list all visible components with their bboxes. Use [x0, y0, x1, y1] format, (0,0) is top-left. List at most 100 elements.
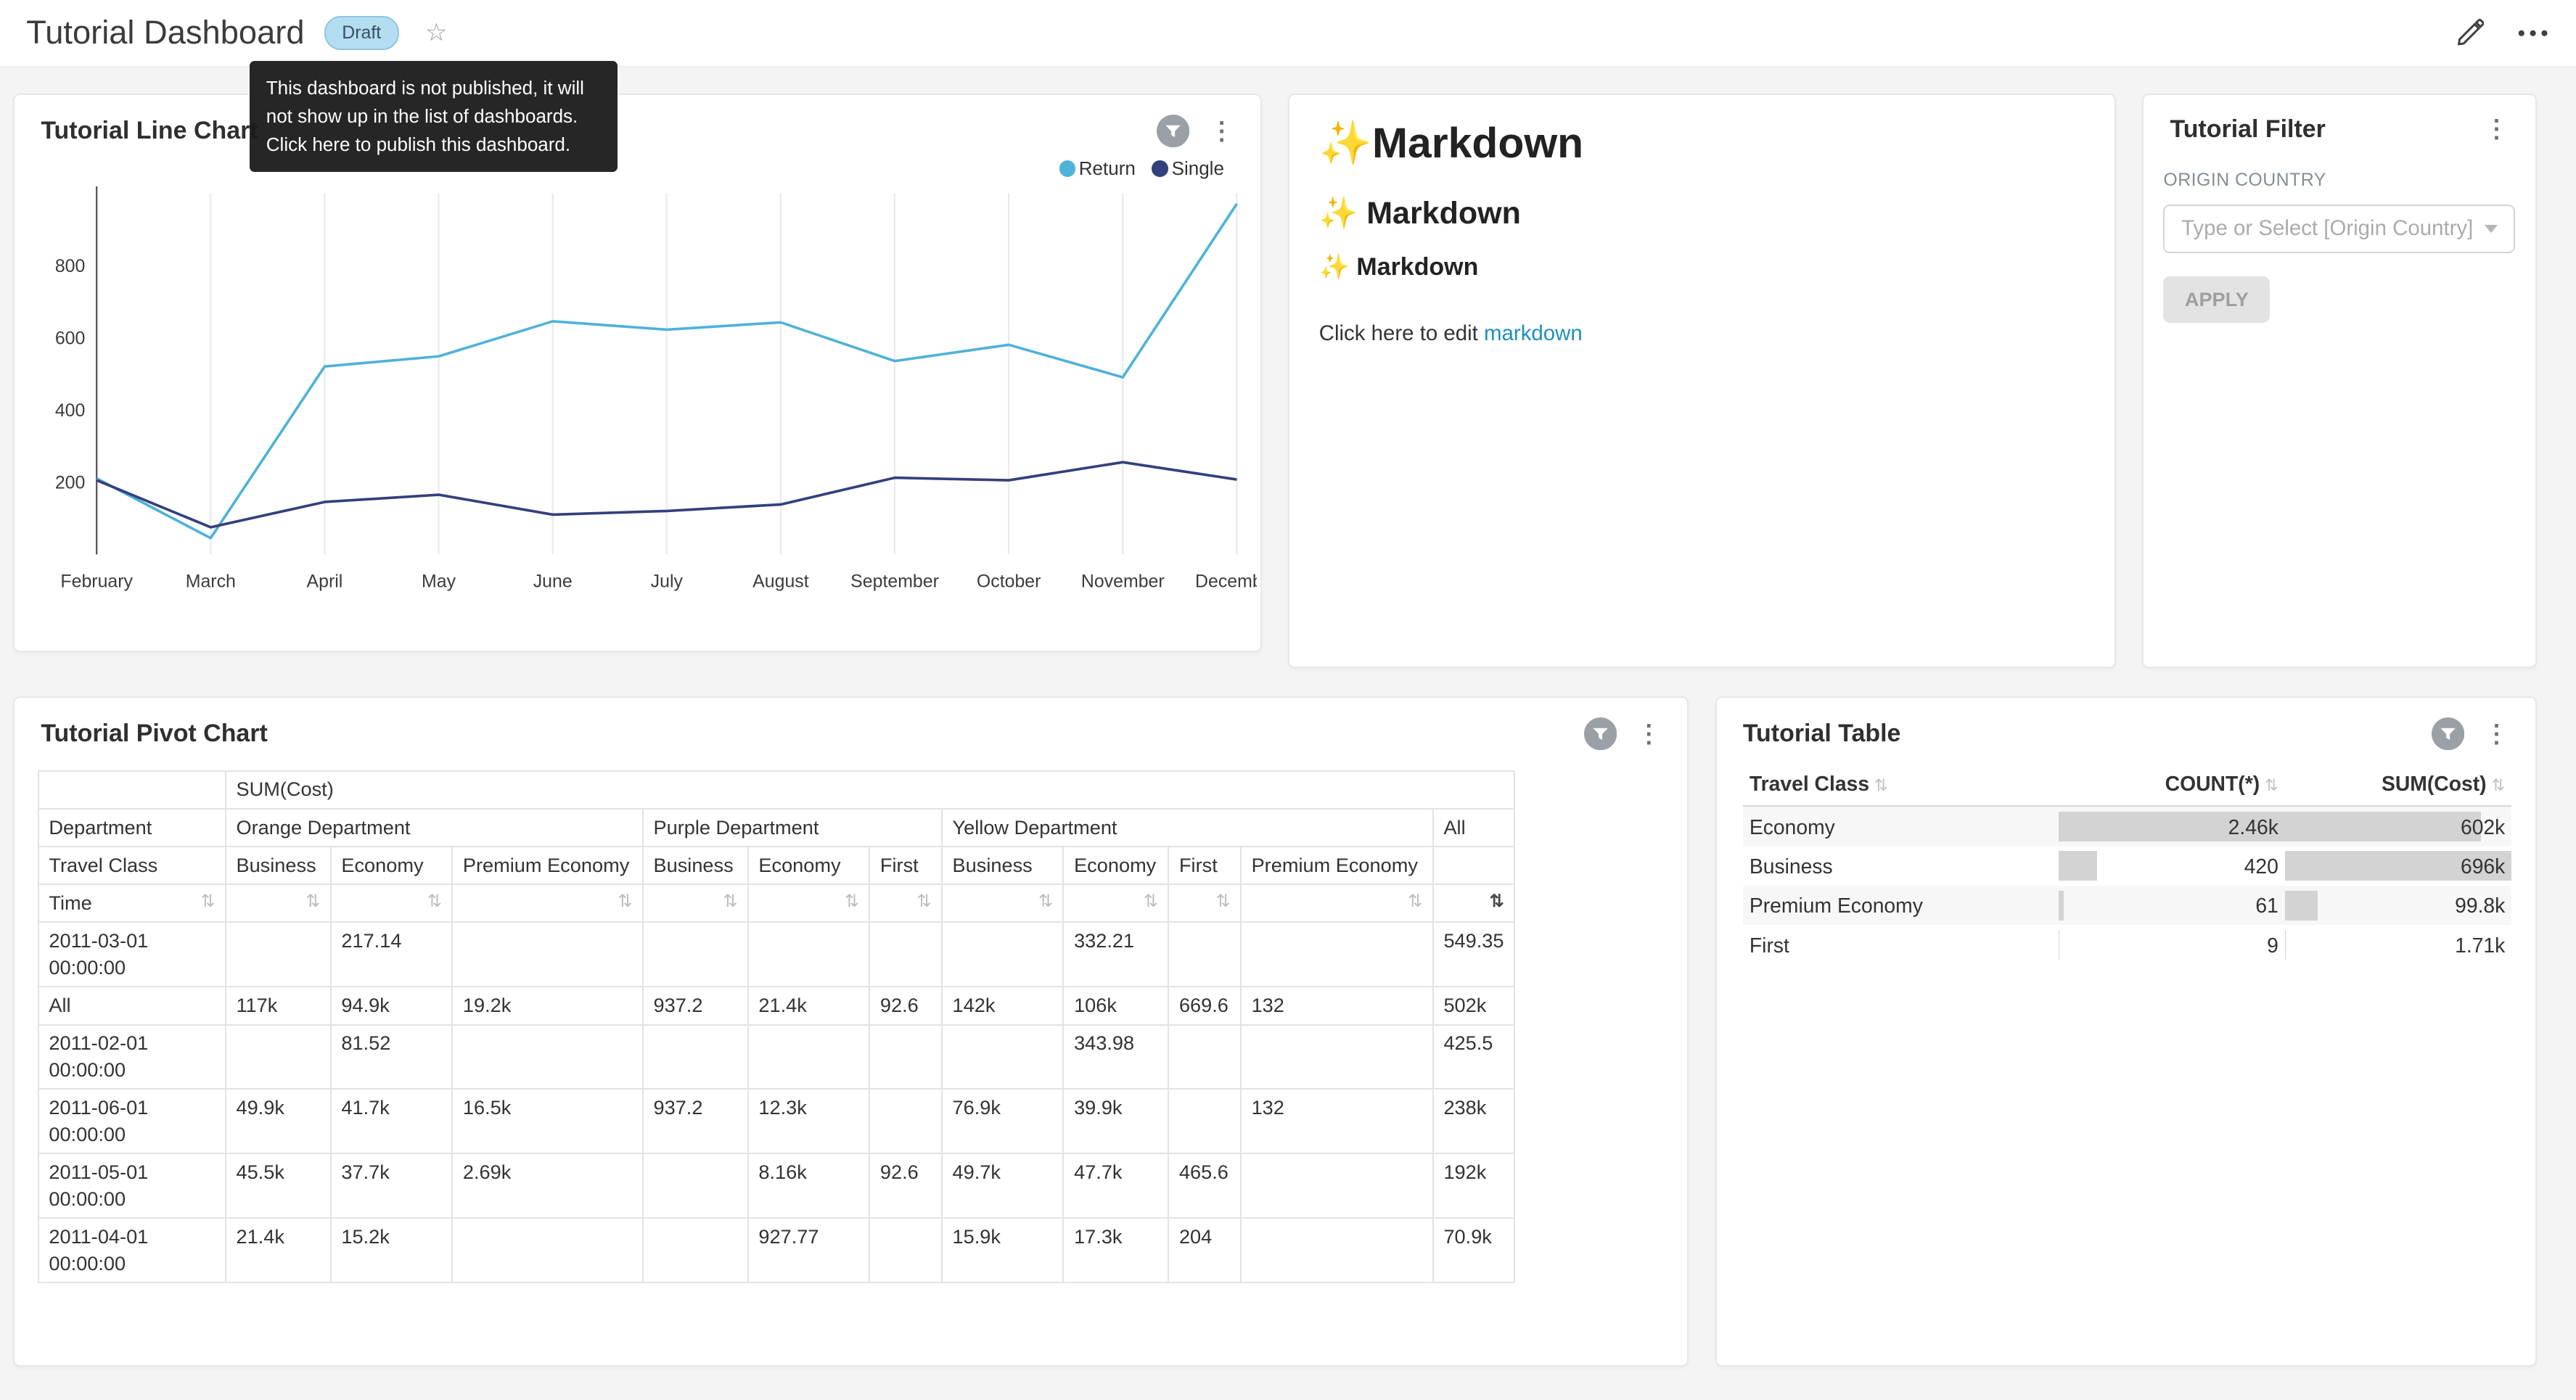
- sort-icon[interactable]: ⇅: [916, 890, 931, 913]
- pivot-sort-header[interactable]: ⇅: [643, 884, 748, 922]
- pivot-value-cell: 41.7k: [331, 1089, 453, 1153]
- pivot-value-cell: 94.9k: [331, 987, 453, 1024]
- pivot-value-cell: 2.69k: [452, 1153, 643, 1218]
- kebab-menu-icon[interactable]: ⋮: [1633, 720, 1665, 749]
- status-badge[interactable]: Draft: [324, 16, 399, 50]
- table-row: Economy2.46k602k: [1743, 806, 2512, 846]
- favorite-star-icon[interactable]: ☆: [425, 18, 447, 47]
- pivot-value-cell: 37.7k: [331, 1153, 453, 1218]
- legend-item[interactable]: Single: [1152, 157, 1223, 180]
- kebab-menu-icon[interactable]: ⋮: [2481, 720, 2512, 749]
- sort-icon[interactable]: ⇅: [1215, 890, 1230, 913]
- pivot-value-cell: [226, 1025, 331, 1090]
- pivot-value-cell: 92.6: [869, 987, 942, 1024]
- pivot-value-cell: [869, 1025, 942, 1090]
- pivot-value-cell: [748, 922, 870, 987]
- chart-legend: Return Single: [15, 155, 1260, 181]
- edit-pencil-icon[interactable]: [2456, 19, 2484, 46]
- pivot-value-cell: [452, 1025, 643, 1090]
- pivot-value-cell: 81.52: [331, 1025, 453, 1090]
- sort-icon: ⇅: [2265, 776, 2278, 794]
- pivot-value-cell: [643, 1218, 748, 1282]
- origin-country-select[interactable]: Type or Select [Origin Country]: [2163, 205, 2515, 254]
- pivot-sort-header[interactable]: ⇅: [452, 884, 643, 922]
- pivot-row-dimension-header[interactable]: ⇅Time: [38, 884, 226, 922]
- dashboard-page: Tutorial Dashboard Draft ☆ This dashboar…: [0, 0, 2576, 1399]
- pivot-row: 2011-06-01 00:00:0049.9k41.7k16.5k937.21…: [38, 1089, 1514, 1153]
- svg-text:October: October: [977, 572, 1041, 592]
- more-options-icon[interactable]: [2516, 28, 2549, 38]
- data-table: Travel Class⇅COUNT(*)⇅SUM(Cost)⇅Economy2…: [1743, 763, 2512, 964]
- legend-dot-icon: [1059, 160, 1076, 177]
- pivot-value-cell: 343.98: [1063, 1025, 1168, 1090]
- pivot-column-header: Economy: [1063, 847, 1168, 884]
- pivot-row-label: 2011-03-01 00:00:00: [38, 922, 226, 987]
- table-row: Business420696k: [1743, 847, 2512, 886]
- pivot-value-cell: 39.9k: [1063, 1089, 1168, 1153]
- pivot-value-cell: 49.9k: [226, 1089, 331, 1153]
- filter-indicator-icon[interactable]: [2432, 717, 2464, 750]
- pivot-sort-header[interactable]: ⇅: [1168, 884, 1241, 922]
- sort-icon[interactable]: ⇅: [1408, 890, 1422, 913]
- legend-item[interactable]: Return: [1059, 157, 1136, 180]
- sort-icon: ⇅: [1874, 776, 1888, 794]
- pivot-group-header: Purple Department: [643, 809, 942, 847]
- pivot-value-cell: [1168, 1025, 1241, 1090]
- table-card-title: Tutorial Table: [1743, 720, 2432, 748]
- legend-label: Single: [1172, 157, 1224, 180]
- pivot-row-label: 2011-06-01 00:00:00: [38, 1089, 226, 1153]
- svg-text:600: 600: [55, 328, 86, 348]
- apply-button[interactable]: APPLY: [2163, 276, 2270, 323]
- table-column-header[interactable]: COUNT(*)⇅: [2059, 763, 2285, 806]
- pivot-column-header: Business: [942, 847, 1064, 884]
- count-cell: 2.46k: [2059, 806, 2285, 846]
- sort-icon[interactable]: ⇅: [723, 890, 737, 913]
- sort-icon[interactable]: ⇅: [1144, 890, 1158, 913]
- kebab-menu-icon[interactable]: ⋮: [2481, 115, 2512, 144]
- table-column-header[interactable]: Travel Class⇅: [1743, 763, 2059, 806]
- sort-icon[interactable]: ⇅: [305, 890, 320, 913]
- pivot-value-cell: 192k: [1433, 1153, 1514, 1218]
- pivot-sort-header[interactable]: ⇅: [748, 884, 870, 922]
- markdown-footer: Click here to edit markdown: [1319, 321, 2085, 346]
- sort-icon[interactable]: ⇅: [200, 890, 215, 913]
- filter-indicator-icon[interactable]: [1157, 115, 1189, 147]
- pivot-sort-header[interactable]: ⇅: [869, 884, 942, 922]
- pivot-value-cell: 45.5k: [226, 1153, 331, 1218]
- filter-indicator-icon[interactable]: [1584, 717, 1617, 750]
- pivot-sort-header[interactable]: ⇅: [226, 884, 331, 922]
- pivot-sort-header[interactable]: ⇅: [1433, 884, 1514, 922]
- pivot-value-cell: [869, 1089, 942, 1153]
- pivot-column-header: Economy: [748, 847, 870, 884]
- pivot-value-cell: 425.5: [1433, 1025, 1514, 1090]
- table-column-header[interactable]: SUM(Cost)⇅: [2285, 763, 2511, 806]
- sort-icon[interactable]: ⇅: [618, 890, 632, 913]
- pivot-measure-header: SUM(Cost): [226, 771, 1514, 809]
- travel-class-cell: Economy: [1743, 806, 2059, 846]
- pivot-row-label: All: [38, 987, 226, 1024]
- markdown-heading-3: ✨ Markdown: [1319, 252, 2085, 281]
- pivot-sort-header[interactable]: ⇅: [1063, 884, 1168, 922]
- svg-text:June: June: [533, 572, 573, 592]
- pivot-sort-header[interactable]: ⇅: [942, 884, 1064, 922]
- filter-card-title: Tutorial Filter: [2170, 115, 2480, 144]
- table-row: First91.71k: [1743, 925, 2512, 964]
- pivot-sort-header[interactable]: ⇅: [331, 884, 453, 922]
- pivot-dimension-label: Department: [38, 809, 226, 847]
- pivot-value-cell: [1168, 1089, 1241, 1153]
- pivot-value-cell: 927.77: [748, 1218, 870, 1282]
- markdown-edit-link[interactable]: markdown: [1484, 321, 1583, 345]
- sort-icon[interactable]: ⇅: [427, 890, 442, 913]
- pivot-sort-header[interactable]: ⇅: [1241, 884, 1433, 922]
- pivot-value-cell: 19.2k: [452, 987, 643, 1024]
- pivot-value-cell: 117k: [226, 987, 331, 1024]
- sort-icon[interactable]: ⇅: [845, 890, 859, 913]
- sort-icon[interactable]: ⇅: [1490, 890, 1504, 913]
- pivot-value-cell: 8.16k: [748, 1153, 870, 1218]
- pivot-column-header: Business: [643, 847, 748, 884]
- sort-icon[interactable]: ⇅: [1038, 890, 1053, 913]
- pivot-table: SUM(Cost)DepartmentOrange DepartmentPurp…: [38, 770, 1515, 1284]
- pivot-value-cell: 937.2: [643, 987, 748, 1024]
- pivot-value-cell: 465.6: [1168, 1153, 1241, 1218]
- kebab-menu-icon[interactable]: ⋮: [1206, 117, 1237, 146]
